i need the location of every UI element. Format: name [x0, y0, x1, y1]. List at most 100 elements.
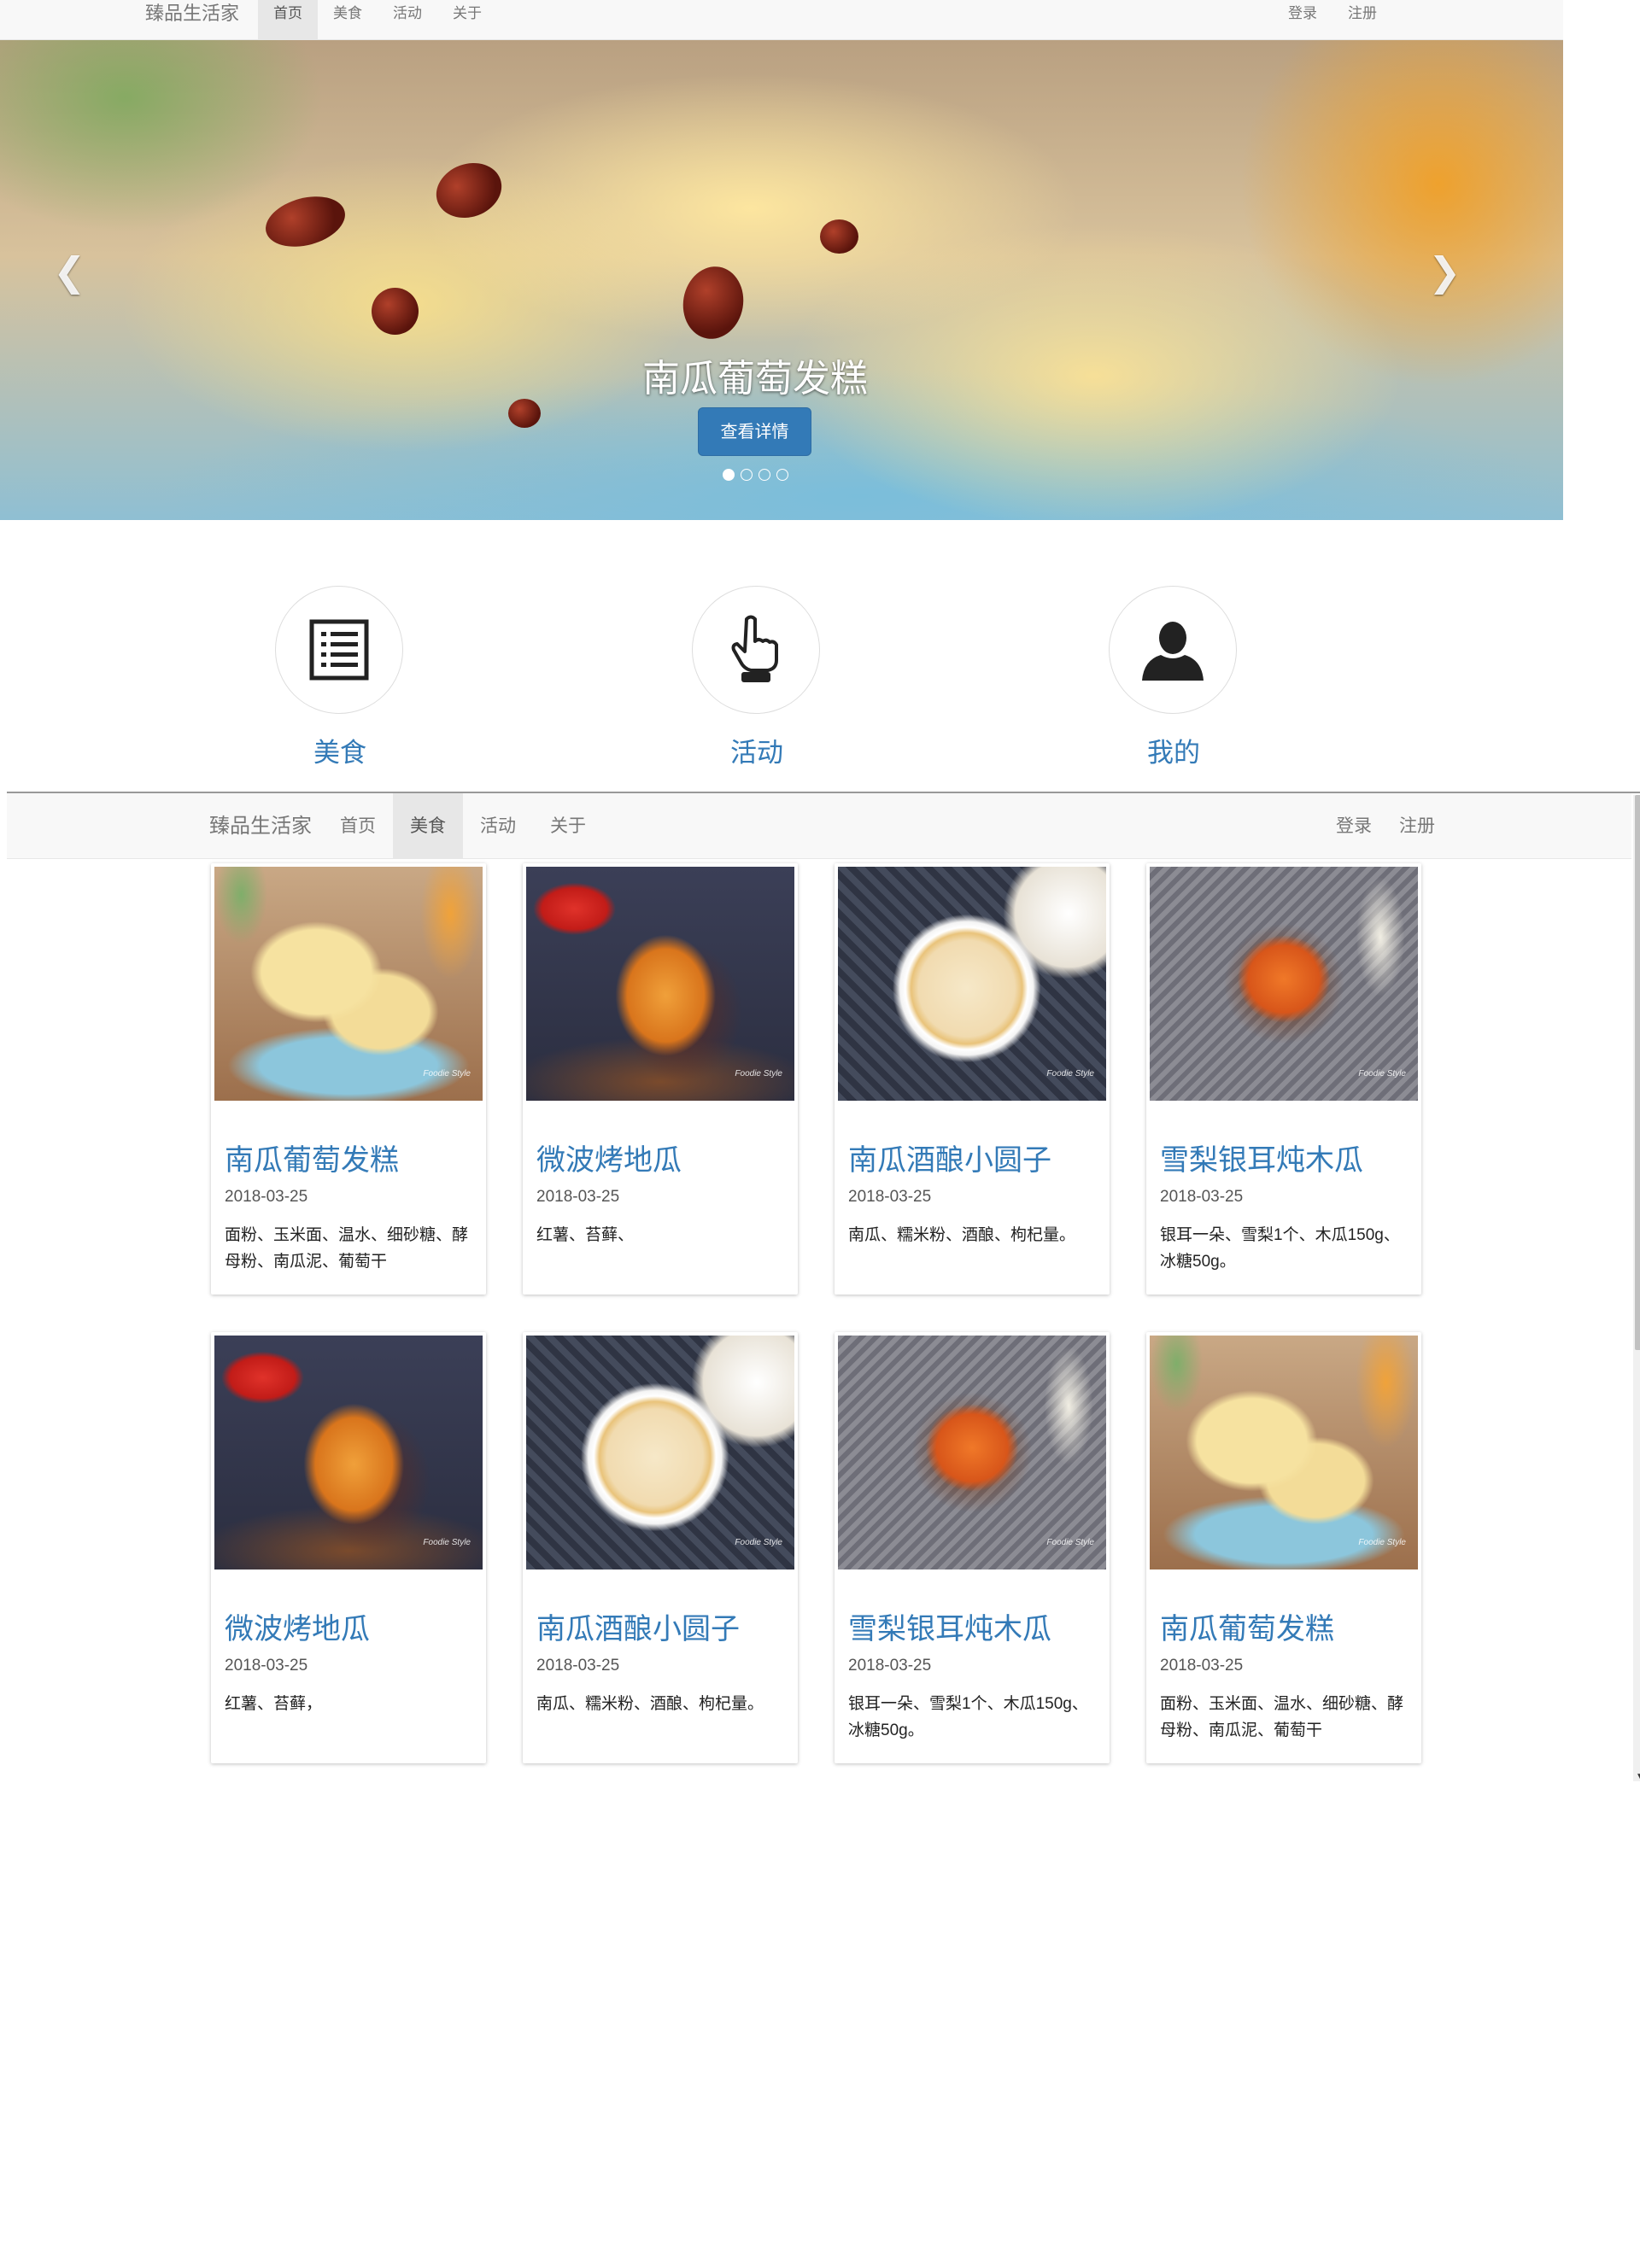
- carousel-image-detail: [677, 261, 749, 344]
- recipe-card[interactable]: Foodie Style 雪梨银耳炖木瓜 2018-03-25 银耳一朵、雪梨1…: [1146, 863, 1421, 1295]
- inner-navbar: 臻品生活家 首页 美食 活动 关于 登录 注册: [7, 793, 1631, 859]
- inner-nav-right: 登录 注册: [1322, 793, 1449, 859]
- image-watermark: Foodie Style: [735, 1069, 782, 1078]
- recipe-title[interactable]: 南瓜葡萄发糕: [1160, 1605, 1334, 1647]
- carousel-image-detail: [372, 288, 419, 335]
- inner-nav-item-food[interactable]: 美食: [393, 793, 463, 859]
- feature-circle[interactable]: [692, 586, 820, 714]
- recipe-ingredients: 面粉、玉米面、温水、细砂糖、酵母粉、南瓜泥、葡萄干: [1160, 1695, 1404, 1739]
- recipe-ingredients: 红薯、苔藓、: [536, 1226, 635, 1244]
- recipe-image[interactable]: Foodie Style: [1150, 1336, 1418, 1569]
- inner-nav: 首页 美食 活动 关于: [323, 793, 603, 859]
- nav-item-home[interactable]: 首页: [258, 0, 318, 40]
- scrollbar-thumb[interactable]: [1635, 795, 1640, 1350]
- image-watermark: Foodie Style: [1046, 1069, 1094, 1078]
- image-watermark: Foodie Style: [735, 1538, 782, 1547]
- recipe-image[interactable]: Foodie Style: [214, 1336, 483, 1569]
- recipe-title[interactable]: 微波烤地瓜: [536, 1137, 682, 1178]
- register-link[interactable]: 注册: [1332, 0, 1392, 40]
- recipe-date: 2018-03-25: [1160, 1188, 1244, 1206]
- recipe-ingredients: 面粉、玉米面、温水、细砂糖、酵母粉、南瓜泥、葡萄干: [225, 1226, 469, 1271]
- carousel-caption: 南瓜葡萄发糕: [642, 358, 868, 400]
- recipe-date: 2018-03-25: [1160, 1657, 1244, 1675]
- nav-item-activity[interactable]: 活动: [378, 0, 437, 40]
- feature-label[interactable]: 美食: [275, 731, 405, 769]
- recipe-title[interactable]: 雪梨银耳炖木瓜: [1160, 1137, 1363, 1178]
- nav-item-about[interactable]: 关于: [437, 0, 497, 40]
- inner-nav-item-activity[interactable]: 活动: [463, 793, 533, 859]
- recipe-title[interactable]: 南瓜酒酿小圆子: [536, 1605, 740, 1647]
- brand-logo[interactable]: 臻品生活家: [145, 0, 239, 40]
- recipe-date: 2018-03-25: [225, 1657, 308, 1675]
- user-icon: [1142, 622, 1204, 681]
- inner-login-link[interactable]: 登录: [1322, 793, 1385, 859]
- recipe-image[interactable]: Foodie Style: [838, 867, 1106, 1101]
- recipe-image[interactable]: Foodie Style: [838, 1336, 1106, 1569]
- view-details-button[interactable]: 查看详情: [698, 407, 811, 456]
- carousel-image-detail: [260, 188, 351, 255]
- inner-nav-item-about[interactable]: 关于: [533, 793, 603, 859]
- feature-food[interactable]: 美食: [275, 586, 405, 769]
- inner-register-link[interactable]: 注册: [1385, 793, 1449, 859]
- scroll-down-icon[interactable]: ▼: [1636, 1772, 1640, 1781]
- recipe-image[interactable]: Foodie Style: [214, 867, 483, 1101]
- feature-label[interactable]: 活动: [692, 731, 822, 769]
- recipe-ingredients: 南瓜、糯米粉、酒酿、枸杞量。: [536, 1695, 764, 1713]
- nav-item-food[interactable]: 美食: [318, 0, 378, 40]
- carousel-image-detail: [428, 154, 510, 227]
- list-icon: [309, 619, 369, 681]
- image-watermark: Foodie Style: [1358, 1538, 1406, 1547]
- recipe-date: 2018-03-25: [225, 1188, 308, 1206]
- carousel-indicator[interactable]: [776, 469, 788, 481]
- recipe-card[interactable]: Foodie Style 微波烤地瓜 2018-03-25 红薯、苔藓、: [523, 863, 798, 1295]
- hand-pointer-icon: [731, 615, 778, 682]
- inner-brand-logo[interactable]: 臻品生活家: [209, 793, 312, 859]
- image-watermark: Foodie Style: [423, 1538, 471, 1547]
- recipe-title[interactable]: 雪梨银耳炖木瓜: [848, 1605, 1051, 1647]
- carousel-image-detail: [820, 219, 858, 254]
- image-watermark: Foodie Style: [423, 1069, 471, 1078]
- carousel-indicators: [723, 469, 788, 481]
- carousel-prev-icon[interactable]: ❮: [53, 252, 86, 291]
- top-nav-right: 登录 注册: [1273, 0, 1392, 40]
- recipe-title[interactable]: 南瓜酒酿小圆子: [848, 1137, 1051, 1178]
- carousel-next-icon[interactable]: ❯: [1428, 252, 1461, 291]
- recipe-card[interactable]: Foodie Style 南瓜酒酿小圆子 2018-03-25 南瓜、糯米粉、酒…: [835, 863, 1110, 1295]
- recipe-card[interactable]: Foodie Style 南瓜葡萄发糕 2018-03-25 面粉、玉米面、温水…: [1146, 1332, 1421, 1763]
- recipe-date: 2018-03-25: [848, 1657, 932, 1675]
- feature-circle[interactable]: [275, 586, 403, 714]
- recipe-card[interactable]: Foodie Style 微波烤地瓜 2018-03-25 红薯、苔藓，: [211, 1332, 486, 1763]
- recipe-image[interactable]: Foodie Style: [526, 1336, 794, 1569]
- carousel-image-detail: [508, 399, 541, 428]
- inner-nav-item-home[interactable]: 首页: [323, 793, 393, 859]
- recipe-date: 2018-03-25: [848, 1188, 932, 1206]
- feature-mine[interactable]: 我的: [1109, 586, 1239, 769]
- recipe-title[interactable]: 南瓜葡萄发糕: [225, 1137, 399, 1178]
- image-watermark: Foodie Style: [1046, 1538, 1094, 1547]
- recipe-image[interactable]: Foodie Style: [1150, 867, 1418, 1101]
- recipe-date: 2018-03-25: [536, 1188, 620, 1206]
- recipe-date: 2018-03-25: [536, 1657, 620, 1675]
- feature-label[interactable]: 我的: [1109, 731, 1239, 769]
- recipe-ingredients: 南瓜、糯米粉、酒酿、枸杞量。: [848, 1226, 1076, 1244]
- recipe-ingredients: 银耳一朵、雪梨1个、木瓜150g、冰糖50g。: [1160, 1226, 1400, 1271]
- recipe-ingredients: 银耳一朵、雪梨1个、木瓜150g、冰糖50g。: [848, 1695, 1088, 1739]
- recipe-card[interactable]: Foodie Style 雪梨银耳炖木瓜 2018-03-25 银耳一朵、雪梨1…: [835, 1332, 1110, 1763]
- recipe-card[interactable]: Foodie Style 南瓜葡萄发糕 2018-03-25 面粉、玉米面、温水…: [211, 863, 486, 1295]
- embedded-page-frame: 臻品生活家 首页 美食 活动 关于 登录 注册 Foodie Style 南瓜葡…: [7, 792, 1640, 1786]
- login-link[interactable]: 登录: [1273, 0, 1332, 40]
- hero-carousel: ❮ ❯ 南瓜葡萄发糕 查看详情: [0, 40, 1563, 520]
- image-watermark: Foodie Style: [1358, 1069, 1406, 1078]
- frame-scrollbar[interactable]: ▼: [1633, 795, 1640, 1781]
- feature-activity[interactable]: 活动: [692, 586, 822, 769]
- carousel-indicator[interactable]: [741, 469, 753, 481]
- top-nav: 首页 美食 活动 关于: [258, 0, 497, 40]
- feature-circle[interactable]: [1109, 586, 1237, 714]
- top-navbar: 臻品生活家 首页 美食 活动 关于 登录 注册: [0, 0, 1563, 40]
- recipe-title[interactable]: 微波烤地瓜: [225, 1605, 370, 1647]
- recipe-card[interactable]: Foodie Style 南瓜酒酿小圆子 2018-03-25 南瓜、糯米粉、酒…: [523, 1332, 798, 1763]
- carousel-indicator[interactable]: [758, 469, 770, 481]
- recipe-ingredients: 红薯、苔藓，: [225, 1695, 323, 1713]
- carousel-indicator[interactable]: [723, 469, 735, 481]
- recipe-image[interactable]: Foodie Style: [526, 867, 794, 1101]
